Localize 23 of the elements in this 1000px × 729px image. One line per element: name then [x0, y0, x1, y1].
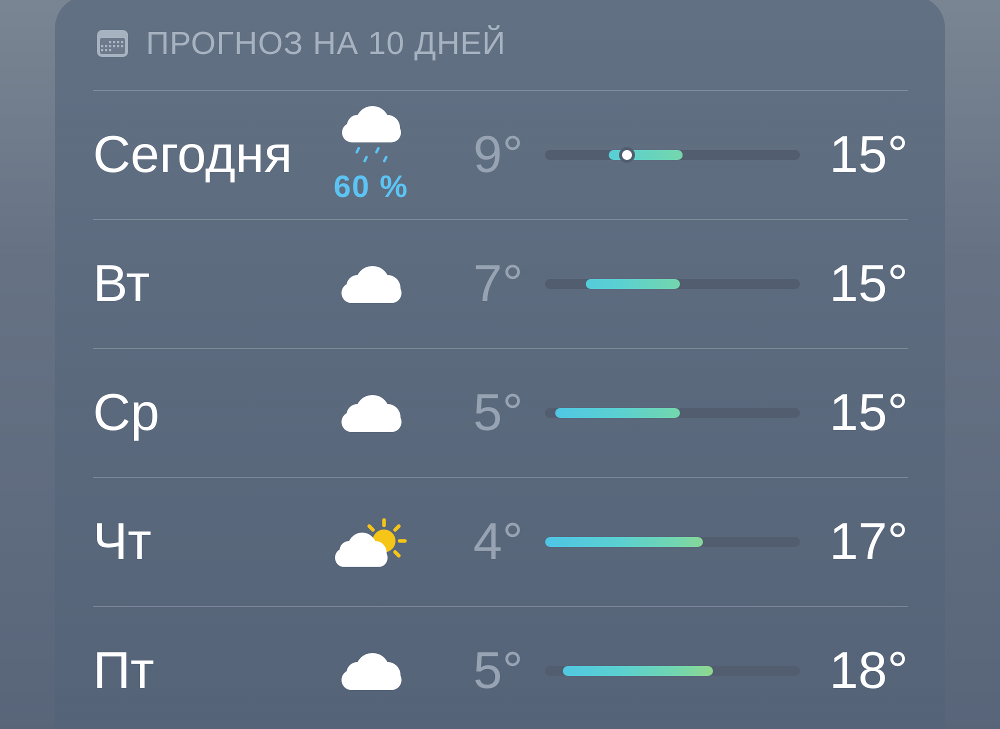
- precipitation-chance: 60 %: [334, 168, 408, 204]
- cloud-icon: [340, 394, 402, 432]
- day-label: Пт: [93, 641, 154, 701]
- low-temperature: 5°: [473, 383, 523, 443]
- high-temperature: 15°: [829, 254, 908, 314]
- rain-cloud-icon: [342, 106, 400, 162]
- low-temperature: 7°: [473, 254, 523, 314]
- low-temperature: 4°: [473, 512, 523, 572]
- high-temperature: 17°: [829, 512, 908, 572]
- high-temperature: 15°: [829, 383, 908, 443]
- low-temperature: 5°: [473, 641, 523, 701]
- day-label: Чт: [93, 512, 152, 572]
- day-label: Сегодня: [93, 125, 292, 185]
- day-label: Вт: [93, 254, 150, 314]
- calendar-icon: [97, 30, 128, 56]
- cloud-icon: [340, 652, 402, 690]
- cloud-icon: [340, 266, 402, 302]
- high-temperature: 18°: [829, 641, 908, 701]
- sun-cloud-icon: [335, 518, 407, 566]
- day-label: Ср: [93, 383, 160, 443]
- high-temperature: 15°: [829, 125, 908, 185]
- section-title: ПРОГНОЗ НА 10 ДНЕЙ: [146, 24, 506, 62]
- low-temperature: 9°: [473, 125, 523, 185]
